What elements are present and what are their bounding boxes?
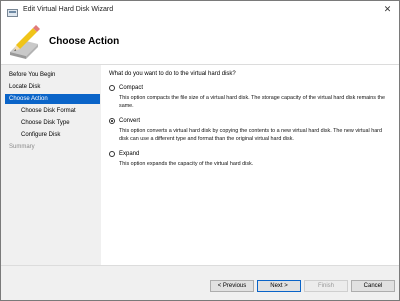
- title-bar: Edit Virtual Hard Disk Wizard ✕: [1, 1, 399, 18]
- close-button[interactable]: ✕: [382, 4, 393, 15]
- compact-radio[interactable]: [109, 85, 115, 91]
- wizard-steps-nav: Before You Begin Locate Disk Choose Acti…: [1, 65, 101, 265]
- action-question: What do you want to do to the virtual ha…: [109, 71, 236, 77]
- expand-label[interactable]: Expand: [119, 151, 139, 157]
- previous-button[interactable]: < Previous: [210, 280, 254, 292]
- step-choose-disk-format[interactable]: Choose Disk Format: [17, 106, 100, 116]
- cancel-button[interactable]: Cancel: [351, 280, 395, 292]
- compact-label[interactable]: Compact: [119, 85, 143, 91]
- step-choose-disk-type[interactable]: Choose Disk Type: [17, 118, 100, 128]
- finish-button: Finish: [304, 280, 348, 292]
- step-before-you-begin[interactable]: Before You Begin: [5, 70, 100, 80]
- expand-description: This option expands the capacity of the …: [119, 161, 254, 167]
- next-button[interactable]: Next >: [257, 280, 301, 292]
- wizard-header: Choose Action: [1, 18, 399, 65]
- step-configure-disk[interactable]: Configure Disk: [17, 130, 100, 140]
- convert-radio[interactable]: [109, 118, 115, 124]
- step-choose-action[interactable]: Choose Action: [5, 94, 100, 104]
- step-locate-disk[interactable]: Locate Disk: [5, 82, 100, 92]
- window-title: Edit Virtual Hard Disk Wizard: [23, 6, 114, 13]
- pencil-icon: [7, 22, 41, 60]
- option-convert[interactable]: Convert: [109, 118, 140, 124]
- step-summary: Summary: [9, 144, 35, 150]
- wizard-footer: < Previous Next > Finish Cancel: [1, 265, 399, 300]
- wizard-app-icon: [7, 5, 18, 17]
- wizard-content: What do you want to do to the virtual ha…: [101, 65, 399, 265]
- compact-description: This option compacts the file size of a …: [119, 95, 385, 109]
- option-expand[interactable]: Expand: [109, 151, 139, 157]
- option-compact[interactable]: Compact: [109, 85, 143, 91]
- close-icon: ✕: [383, 4, 392, 14]
- page-title: Choose Action: [49, 36, 120, 47]
- wizard-window: Edit Virtual Hard Disk Wizard ✕ Choose A…: [0, 0, 400, 301]
- convert-description: This option converts a virtual hard disk…: [119, 128, 382, 142]
- convert-label[interactable]: Convert: [119, 118, 140, 124]
- expand-radio[interactable]: [109, 151, 115, 157]
